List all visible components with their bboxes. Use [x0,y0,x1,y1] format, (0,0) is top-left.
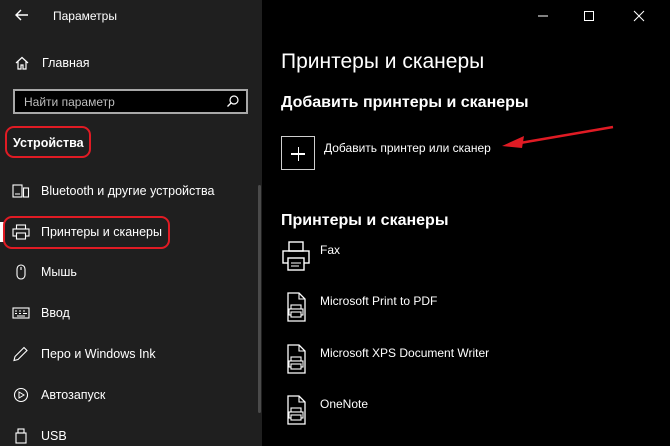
sidebar-item-autoplay[interactable]: Автозапуск [0,382,262,408]
sidebar-item-label: Главная [42,56,90,70]
usb-icon [12,428,30,444]
sidebar-item-usb[interactable]: USB [0,423,262,446]
printer-item-pdf[interactable]: Microsoft Print to PDF [281,291,661,331]
sidebar-item-label: Мышь [41,265,77,279]
sidebar-item-input[interactable]: Ввод [0,300,262,326]
sidebar-item-home[interactable]: Главная [0,50,262,76]
maximize-icon [584,11,594,21]
sidebar-item-pen[interactable]: Перо и Windows Ink [0,341,262,367]
annotation-highlight [3,216,170,249]
search-icon[interactable] [226,94,240,108]
search-placeholder: Найти параметр [24,95,115,109]
pen-icon [12,346,30,362]
close-button[interactable] [616,0,662,32]
home-icon [14,55,30,71]
bluetooth-icon [12,183,30,199]
sidebar-item-bluetooth[interactable]: Bluetooth и другие устройства [0,178,262,204]
main-content: Принтеры и сканеры Добавить принтеры и с… [262,0,670,446]
printer-name: Microsoft Print to PDF [320,294,438,308]
autoplay-icon [12,387,30,403]
maximize-button[interactable] [566,0,612,32]
minimize-button[interactable] [520,0,566,32]
app-title: Параметры [53,9,117,23]
sidebar-item-label: Ввод [41,306,70,320]
add-printer-button[interactable] [281,136,315,170]
sidebar-item-label: USB [41,429,67,443]
search-input[interactable]: Найти параметр [13,89,248,114]
keyboard-icon [12,305,30,321]
sidebar-item-mouse[interactable]: Мышь [0,259,262,285]
settings-window: Параметры Главная Найти параметр Устройс… [0,0,670,446]
minimize-icon [538,15,548,17]
printer-name: Microsoft XPS Document Writer [320,346,490,360]
printers-list-title: Принтеры и сканеры [281,212,449,229]
annotation-arrow-icon [502,125,614,148]
annotation-highlight [5,126,91,158]
sidebar-item-label: Автозапуск [41,388,106,402]
add-section-title: Добавить принтеры и сканеры [281,94,529,111]
sidebar: Параметры Главная Найти параметр Устройс… [0,0,262,446]
window-controls [520,0,670,32]
printer-document-icon [281,343,313,377]
page-title: Принтеры и сканеры [281,50,485,73]
fax-icon [281,240,313,274]
printer-name: OneNote [320,397,369,411]
printer-document-icon [281,291,313,325]
sidebar-item-label: Перо и Windows Ink [41,347,156,361]
add-printer-label[interactable]: Добавить принтер или сканер [324,141,491,155]
printer-name: Fax [320,243,341,257]
printer-item-onenote[interactable]: OneNote [281,394,661,434]
sidebar-scrollbar[interactable] [258,185,261,413]
printer-item-xps[interactable]: Microsoft XPS Document Writer [281,343,661,383]
close-icon [633,10,645,22]
back-arrow-icon[interactable] [12,5,32,25]
sidebar-item-label: Bluetooth и другие устройства [41,184,215,198]
printer-document-icon [281,394,313,428]
mouse-icon [12,264,30,280]
title-bar: Параметры [0,0,262,32]
printer-item-fax[interactable]: Fax [281,240,661,280]
